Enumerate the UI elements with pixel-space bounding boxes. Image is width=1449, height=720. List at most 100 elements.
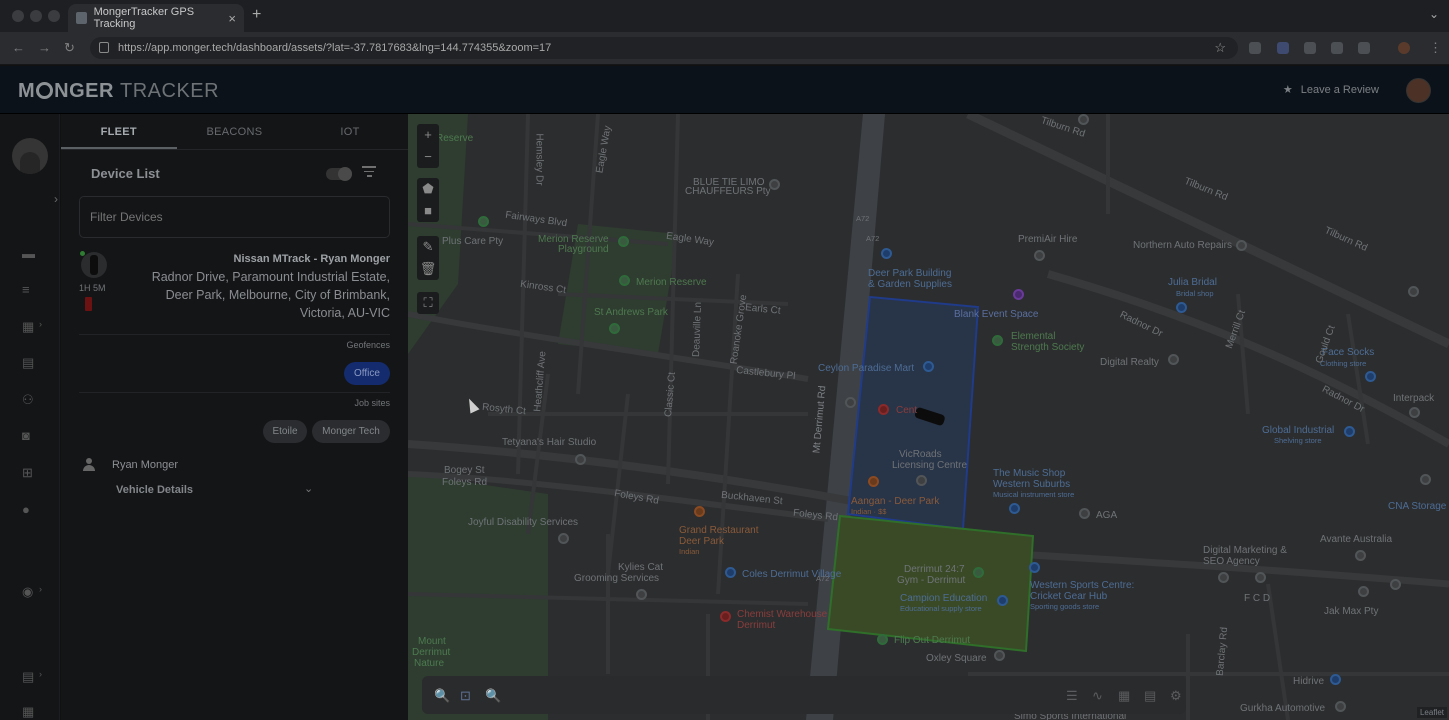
map-pin-icon[interactable] bbox=[994, 650, 1005, 661]
map-pin-icon[interactable] bbox=[1218, 572, 1229, 583]
map-pin-icon[interactable] bbox=[1255, 572, 1266, 583]
table-icon[interactable]: ▤ › bbox=[22, 669, 42, 684]
store-pin-icon[interactable] bbox=[725, 567, 736, 578]
map-pin-icon[interactable] bbox=[618, 236, 629, 247]
restaurant-pin-icon[interactable] bbox=[694, 506, 705, 517]
map-pin-icon[interactable] bbox=[636, 589, 647, 600]
extension-icon-2[interactable] bbox=[1304, 42, 1316, 54]
device-list-toggle[interactable] bbox=[326, 167, 352, 181]
focus-icon[interactable]: ⊡ bbox=[460, 688, 471, 704]
delete-layers-icon[interactable]: 🗑 bbox=[417, 258, 439, 280]
extension-icon[interactable] bbox=[1249, 42, 1261, 54]
event-pin-icon[interactable] bbox=[1013, 289, 1024, 300]
store-pin-icon[interactable] bbox=[1176, 302, 1187, 313]
tab-fleet[interactable]: FLEET bbox=[61, 114, 177, 149]
map-pin-icon[interactable] bbox=[609, 323, 620, 334]
tab-iot[interactable]: IOT bbox=[292, 114, 408, 149]
map-pin-icon[interactable] bbox=[1034, 250, 1045, 261]
map-type-icon[interactable]: ▤ bbox=[1144, 688, 1156, 704]
extension-camera-icon[interactable] bbox=[1277, 42, 1289, 54]
chevron-down-icon[interactable]: ⌄ bbox=[304, 482, 313, 495]
store-pin-icon[interactable] bbox=[881, 248, 892, 259]
window-minimize-dot[interactable] bbox=[30, 10, 42, 22]
map-pin-icon[interactable] bbox=[1078, 114, 1089, 125]
pharmacy-pin-icon[interactable] bbox=[720, 611, 731, 622]
map-view[interactable]: Tilburn Rd Tilburn Rd Tilburn Rd Reserve… bbox=[408, 114, 1449, 720]
list-icon[interactable]: ▤ bbox=[22, 355, 37, 370]
rail-avatar[interactable] bbox=[12, 138, 48, 174]
bookmark-star-icon[interactable]: ☆ bbox=[1214, 40, 1226, 56]
map-pin-icon[interactable] bbox=[1079, 508, 1090, 519]
store-pin-icon[interactable] bbox=[1344, 426, 1355, 437]
zoom-in-button[interactable]: + bbox=[417, 124, 439, 146]
window-close-dot[interactable] bbox=[12, 10, 24, 22]
restaurant-pin-icon[interactable] bbox=[868, 476, 879, 487]
search-icon[interactable]: 🔍 bbox=[434, 688, 450, 704]
map-pin-icon[interactable] bbox=[619, 275, 630, 286]
map-pin-icon[interactable] bbox=[1358, 586, 1369, 597]
address-bar[interactable]: https://app.monger.tech/dashboard/assets… bbox=[90, 37, 1238, 59]
map-pin-icon[interactable] bbox=[1408, 286, 1419, 297]
store-pin-icon[interactable] bbox=[1365, 371, 1376, 382]
map-pin-icon[interactable] bbox=[1168, 354, 1179, 365]
map-pin-icon[interactable] bbox=[845, 397, 856, 408]
map-pin-icon[interactable] bbox=[1355, 550, 1366, 561]
alarm-icon[interactable]: ◉ › bbox=[22, 584, 42, 599]
map-pin-icon[interactable] bbox=[1420, 474, 1431, 485]
route-icon[interactable]: ∿ bbox=[1092, 688, 1103, 704]
restaurant-pin-icon[interactable] bbox=[878, 404, 889, 415]
layers-search-icon[interactable]: ☰ bbox=[1066, 688, 1078, 704]
car-icon[interactable]: ▬ bbox=[22, 246, 37, 261]
zoom-out-button[interactable]: − bbox=[417, 146, 439, 168]
monger-tracker-logo[interactable]: M NGER TRACKER bbox=[18, 80, 219, 103]
map-pin-icon[interactable] bbox=[1409, 407, 1420, 418]
profile-avatar[interactable] bbox=[1398, 42, 1410, 54]
grid-icon[interactable]: ▦ bbox=[22, 704, 37, 719]
geofence-chip-office[interactable]: Office bbox=[344, 362, 390, 385]
browser-menu-icon[interactable]: ⋮ bbox=[1429, 40, 1442, 56]
store-pin-icon[interactable] bbox=[1330, 674, 1341, 685]
device-thumbnail[interactable] bbox=[81, 252, 107, 278]
user-avatar[interactable] bbox=[1406, 78, 1431, 103]
map-pin-icon[interactable] bbox=[1335, 701, 1346, 712]
tab-search-icon[interactable]: ⌄ bbox=[1429, 7, 1439, 21]
device-name[interactable]: Nissan MTrack - Ryan Monger bbox=[234, 253, 391, 265]
grid-icon[interactable]: ▦ bbox=[1118, 688, 1130, 704]
draw-rectangle-icon[interactable]: ■ bbox=[417, 200, 439, 222]
filter-icon[interactable] bbox=[362, 166, 376, 178]
map-pin-icon[interactable] bbox=[478, 216, 489, 227]
reload-button[interactable]: ↻ bbox=[64, 40, 75, 56]
map-pin-icon[interactable] bbox=[1390, 579, 1401, 590]
store-pin-icon[interactable] bbox=[1029, 562, 1040, 573]
map-pin-icon[interactable] bbox=[877, 634, 888, 645]
leaflet-attribution[interactable]: Leaflet bbox=[1416, 707, 1447, 718]
building-icon[interactable]: ▦ › bbox=[22, 319, 42, 334]
gym-pin-icon[interactable] bbox=[992, 335, 1003, 346]
extension-icon-3[interactable] bbox=[1331, 42, 1343, 54]
tab-beacons[interactable]: BEACONS bbox=[177, 114, 293, 149]
hierarchy-icon[interactable]: ⊞ bbox=[22, 465, 37, 480]
report-icon[interactable]: ≡ bbox=[22, 282, 37, 297]
map-pin-icon[interactable] bbox=[575, 454, 586, 465]
job-site-chip-monger-tech[interactable]: Monger Tech bbox=[312, 420, 390, 443]
store-pin-icon[interactable] bbox=[1009, 503, 1020, 514]
map-pin-icon[interactable] bbox=[916, 475, 927, 486]
leave-review-button[interactable]: ★ Leave a Review bbox=[1283, 83, 1379, 97]
map-pin-icon[interactable] bbox=[1236, 240, 1247, 251]
extensions-puzzle-icon[interactable] bbox=[1358, 42, 1370, 54]
vehicle-details-toggle[interactable]: Vehicle Details bbox=[116, 484, 193, 496]
browser-tab[interactable]: MongerTracker GPS Tracking × bbox=[68, 4, 244, 32]
zoom-search-icon[interactable]: 🔍 bbox=[485, 688, 501, 704]
people-icon[interactable]: ⚇ bbox=[22, 392, 37, 407]
camera-icon[interactable]: ◙ bbox=[22, 428, 37, 443]
person-icon[interactable]: ● bbox=[22, 502, 37, 517]
new-tab-button[interactable]: + bbox=[252, 6, 261, 24]
edit-layers-icon[interactable]: ✎ bbox=[417, 236, 439, 258]
window-zoom-dot[interactable] bbox=[48, 10, 60, 22]
draw-polygon-icon[interactable]: ⬟ bbox=[417, 178, 439, 200]
settings-gear-icon[interactable]: ⚙ bbox=[1170, 688, 1182, 704]
map-pin-icon[interactable] bbox=[769, 179, 780, 190]
tab-close-icon[interactable]: × bbox=[228, 11, 236, 26]
store-pin-icon[interactable] bbox=[923, 361, 934, 372]
filter-devices-input[interactable] bbox=[79, 196, 390, 238]
